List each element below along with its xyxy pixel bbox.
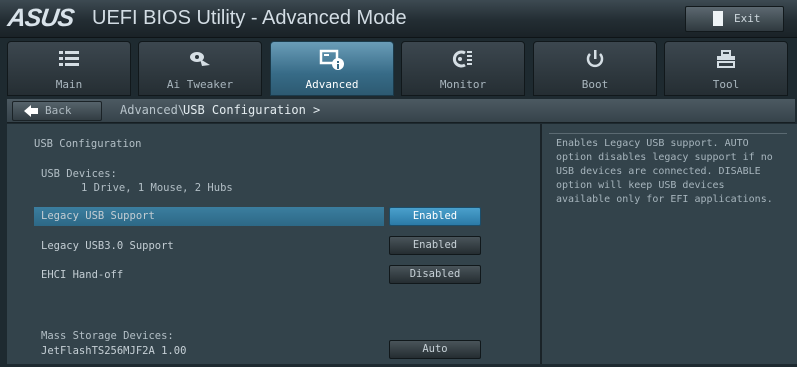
tab-tool[interactable]: Tool — [664, 41, 788, 96]
breadcrumb: Back Advanced\ USB Configuration > — [7, 99, 795, 123]
asus-logo: ASUS — [6, 4, 76, 32]
legacy-usb-support-select[interactable]: Enabled — [389, 207, 481, 226]
usb-devices-label: USB Devices: — [41, 168, 117, 180]
legacy-usb3-support-label[interactable]: Legacy USB3.0 Support — [41, 239, 174, 253]
mass-storage-mode-select[interactable]: Auto — [389, 340, 481, 359]
back-label: Back — [45, 104, 72, 117]
help-panel: Enables Legacy USB support. AUTO option … — [542, 124, 797, 364]
back-arrow-icon — [24, 105, 38, 117]
tool-icon — [717, 50, 735, 68]
main-tabs: Main Ai Tweaker Advanced Monitor Boot To… — [7, 41, 795, 96]
tab-boot[interactable]: Boot — [533, 41, 657, 96]
usb-devices-value: 1 Drive, 1 Mouse, 2 Hubs — [81, 182, 233, 194]
exit-label: Exit — [734, 12, 761, 25]
advanced-icon — [319, 49, 344, 70]
tab-main[interactable]: Main — [7, 41, 131, 96]
tab-label: Advanced — [305, 78, 359, 91]
ehci-hand-off-label[interactable]: EHCI Hand-off — [41, 268, 123, 282]
app-title: UEFI BIOS Utility - Advanced Mode — [92, 7, 407, 29]
tab-label: Boot — [581, 78, 609, 91]
exit-door-icon — [713, 11, 723, 26]
section-title: USB Configuration — [34, 138, 142, 150]
help-divider — [549, 133, 787, 134]
tab-label: Tool — [712, 78, 740, 91]
tab-label: Monitor — [439, 78, 487, 91]
ehci-hand-off-select[interactable]: Disabled — [389, 265, 481, 284]
tab-label: Ai Tweaker — [166, 78, 234, 91]
tab-advanced[interactable]: Advanced — [270, 41, 394, 96]
breadcrumb-current: USB Configuration > — [183, 103, 321, 117]
title-bar: ASUS UEFI BIOS Utility - Advanced Mode E… — [0, 0, 797, 38]
legacy-usb-support-label[interactable]: Legacy USB Support — [41, 209, 155, 223]
legacy-usb3-support-select[interactable]: Enabled — [389, 236, 481, 255]
tab-label: Main — [55, 78, 83, 91]
help-text: Enables Legacy USB support. AUTO option … — [556, 138, 773, 205]
tab-ai-tweaker[interactable]: Ai Tweaker — [138, 41, 262, 96]
list-icon — [59, 51, 79, 66]
back-button[interactable]: Back — [12, 101, 102, 121]
exit-button[interactable]: Exit — [685, 6, 784, 32]
mass-storage-label: Mass Storage Devices: — [41, 330, 174, 342]
fan-icon — [190, 52, 210, 66]
monitor-gauge-icon — [452, 50, 472, 68]
mass-storage-device-label[interactable]: JetFlashTS256MJF2A 1.00 — [41, 344, 186, 358]
tab-monitor[interactable]: Monitor — [401, 41, 525, 96]
breadcrumb-advanced[interactable]: Advanced\ — [120, 103, 185, 118]
power-icon — [586, 50, 604, 68]
